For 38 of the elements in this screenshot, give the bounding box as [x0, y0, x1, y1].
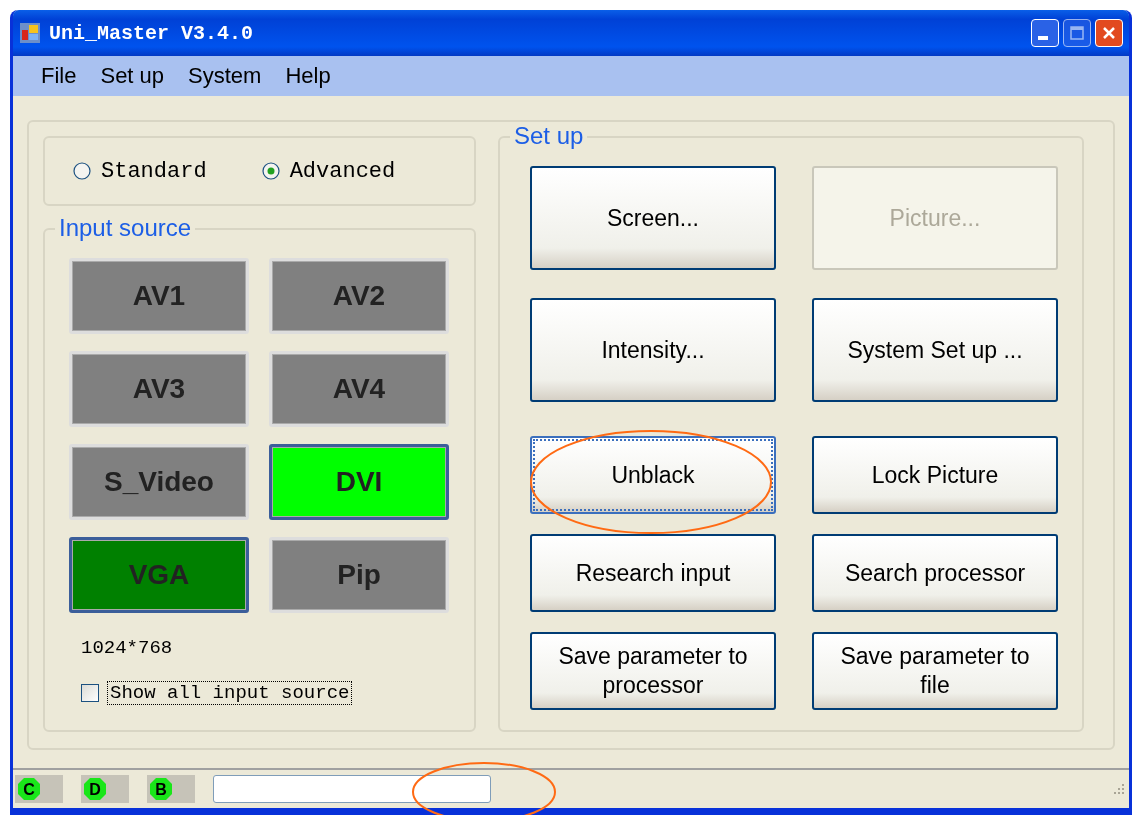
- mode-radio[interactable]: Advanced: [261, 158, 396, 184]
- status-indicator: D: [83, 777, 107, 801]
- input-source-button[interactable]: AV3: [69, 351, 249, 427]
- input-source-button[interactable]: AV2: [269, 258, 449, 334]
- maximize-icon: [1069, 25, 1085, 41]
- minimize-button[interactable]: [1031, 19, 1059, 47]
- input-source-button[interactable]: DVI: [269, 444, 449, 520]
- setup-button[interactable]: Save parameter to file: [812, 632, 1058, 710]
- menu-item[interactable]: File: [29, 63, 89, 89]
- mode-radio[interactable]: Standard: [73, 158, 207, 184]
- setup-button[interactable]: Search processor: [812, 534, 1058, 612]
- input-source-button[interactable]: AV1: [69, 258, 249, 334]
- menu-item[interactable]: Help: [273, 63, 343, 89]
- setup-button[interactable]: Lock Picture: [812, 436, 1058, 514]
- setup-button[interactable]: System Set up ...: [812, 298, 1058, 402]
- maximize-button[interactable]: [1063, 19, 1091, 47]
- setup-button[interactable]: Screen...: [530, 166, 776, 270]
- status-indicator: B: [149, 777, 173, 801]
- status-indicator: C: [17, 777, 41, 801]
- setup-button[interactable]: Research input: [530, 534, 776, 612]
- setup-button[interactable]: Intensity...: [530, 298, 776, 402]
- checkbox-label[interactable]: Show all input source: [107, 681, 353, 705]
- setup-button[interactable]: Save parameter to processor: [530, 632, 776, 710]
- close-icon: [1101, 25, 1117, 41]
- input-source-button[interactable]: Pip: [269, 537, 449, 613]
- show-all-checkbox[interactable]: [81, 684, 99, 702]
- menu-item[interactable]: System: [176, 63, 274, 89]
- input-source-button[interactable]: AV4: [269, 351, 449, 427]
- resolution-text: 1024*768: [81, 637, 174, 659]
- minimize-icon: [1038, 36, 1048, 40]
- app-icon: [19, 22, 41, 44]
- setup-button[interactable]: Unblack: [530, 436, 776, 514]
- close-button[interactable]: [1095, 19, 1123, 47]
- menu-item[interactable]: Set up: [88, 63, 177, 89]
- input-source-button[interactable]: S_Video: [69, 444, 249, 520]
- window-title: Uni_Master V3.4.0: [49, 21, 254, 45]
- resize-grip-icon[interactable]: [1111, 782, 1125, 796]
- status-field[interactable]: [213, 775, 491, 803]
